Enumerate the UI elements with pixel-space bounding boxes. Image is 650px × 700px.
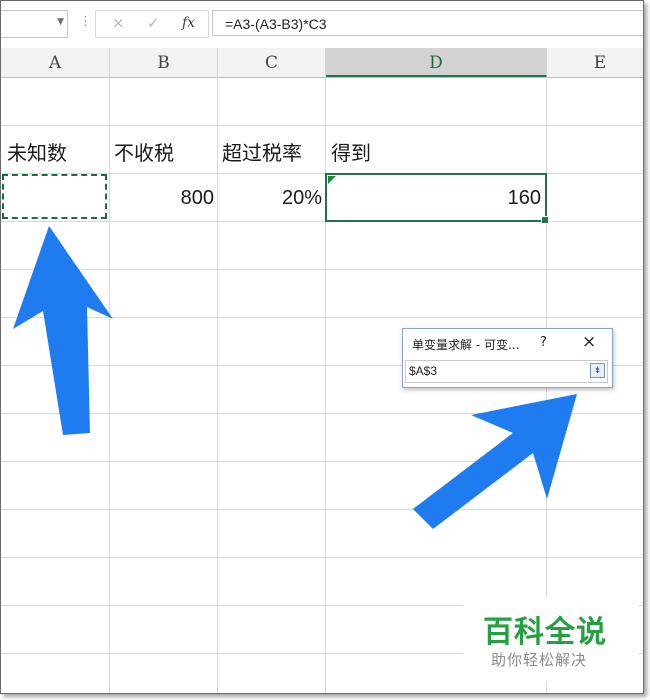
- watermark-logo: 百科全说 助你轻松解决: [463, 597, 639, 681]
- arrow-diagonal-icon: [413, 394, 577, 529]
- excel-window: ▼ ⋮ × ✓ fx =A3-(A3-B3)*C3 A B C D E 未知数 …: [0, 0, 644, 694]
- arrow-up-icon: [13, 226, 113, 435]
- watermark-subtitle: 助你轻松解决: [491, 651, 588, 669]
- annotation-arrows: [13, 226, 577, 529]
- watermark-title: 百科全说: [483, 615, 607, 650]
